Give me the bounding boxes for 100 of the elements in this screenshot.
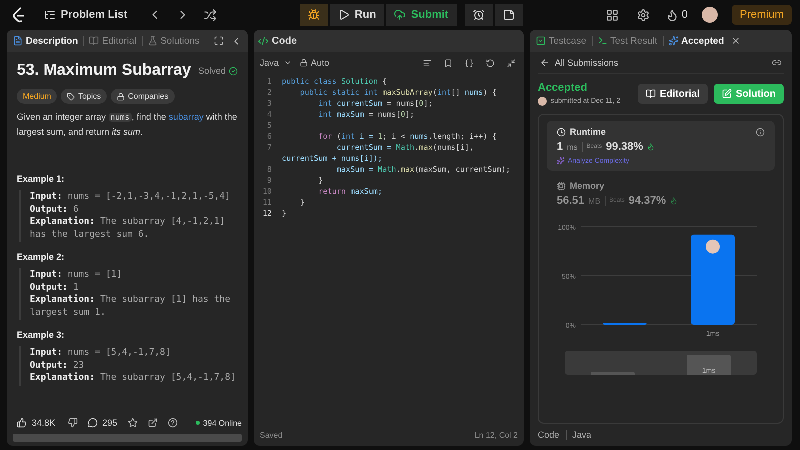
flask-icon xyxy=(148,36,158,46)
metric-unit: MB xyxy=(588,196,601,206)
external-link-icon xyxy=(148,418,158,428)
play-icon xyxy=(338,9,350,21)
metric-label: Memory xyxy=(570,181,605,191)
lock-icon xyxy=(117,92,126,100)
panel-title: Code xyxy=(272,36,297,46)
solved-status: Solved xyxy=(198,66,226,76)
example-heading: Example 3: xyxy=(17,330,66,340)
bug-icon xyxy=(308,9,320,21)
sparkle-icon xyxy=(668,36,678,46)
check-circle-icon xyxy=(229,66,238,76)
example-line: Output: 1 xyxy=(30,282,80,294)
online-count: 394 Online xyxy=(203,418,242,428)
braces-icon xyxy=(465,58,474,68)
metric-value: 56.51 xyxy=(557,195,585,207)
logo-icon[interactable] xyxy=(12,7,26,23)
example-line: Input: nums = [-2,1,-3,4,-1,2,1,-5,4] xyxy=(30,191,232,204)
flame-icon xyxy=(670,197,678,205)
language-dropdown[interactable]: Java xyxy=(260,52,292,74)
info-icon xyxy=(756,128,765,136)
save-status: Saved xyxy=(260,430,283,440)
flame-icon xyxy=(647,143,656,151)
online-dot xyxy=(196,421,200,425)
example-line: Explanation: The subarray [1] has the largest sum 1. xyxy=(30,294,232,319)
grid-icon xyxy=(606,8,619,22)
avatar-icon xyxy=(706,240,720,254)
clock-icon xyxy=(557,128,566,136)
example-line: Output: 23 xyxy=(30,360,86,372)
subarray-link[interactable]: subarray xyxy=(168,112,204,122)
panel-tab[interactable]: Editorial xyxy=(87,36,139,46)
back-link[interactable]: All Submissions xyxy=(540,52,619,74)
code-icon xyxy=(258,36,269,46)
metric-unit: ms xyxy=(567,142,578,152)
avatar-icon[interactable] xyxy=(702,7,718,23)
tag-chip[interactable]: Topics xyxy=(61,89,108,104)
help-button[interactable] xyxy=(166,416,180,430)
chip-icon xyxy=(557,182,566,190)
problem-list-button[interactable]: Problem List xyxy=(36,4,136,26)
footer-label: Java xyxy=(572,430,592,440)
terminal-icon xyxy=(598,36,608,46)
avatar-icon xyxy=(538,97,547,106)
panel-tab[interactable]: Description xyxy=(11,36,80,46)
arrow-left-icon xyxy=(540,58,550,68)
favorite-button[interactable] xyxy=(126,416,140,430)
book-icon xyxy=(646,89,656,99)
panel-tab[interactable]: Testcase xyxy=(534,36,588,46)
difficulty-tag[interactable]: Medium xyxy=(17,89,58,104)
metric-value: 1 xyxy=(557,141,564,153)
edit-icon xyxy=(722,89,732,99)
dislike-button[interactable] xyxy=(66,416,80,430)
checkbox-icon xyxy=(536,36,546,46)
document-icon xyxy=(13,36,23,46)
example-heading: Example 2: xyxy=(17,252,66,262)
problem-statement: Given an integer array nums , find the subarray with the largest sum, and return its sum. xyxy=(17,111,238,139)
panel-tab[interactable]: Accepted xyxy=(666,36,726,46)
panel-tab[interactable]: Test Result xyxy=(596,36,660,46)
example-line: Input: nums = [1] xyxy=(30,269,124,282)
minimize-icon xyxy=(507,58,516,68)
horizontal-scrollbar[interactable] xyxy=(13,434,242,442)
beats-percent: 99.38% xyxy=(606,141,644,153)
chevron-down-icon xyxy=(284,59,292,67)
shuffle-icon xyxy=(204,8,217,22)
alarm-clock-icon xyxy=(472,9,485,21)
panel-tab[interactable]: Solutions xyxy=(146,36,202,46)
flame-icon xyxy=(666,8,679,22)
book-icon xyxy=(89,36,100,46)
star-icon xyxy=(128,418,138,428)
thumbs-up-icon xyxy=(17,418,27,428)
fullscreen-button[interactable] xyxy=(212,34,226,48)
submit-button[interactable]: Submit xyxy=(386,4,457,26)
comments-button[interactable]: 295 xyxy=(86,414,120,432)
problem-title: 53. Maximum Subarray xyxy=(17,62,192,80)
tag-icon xyxy=(67,92,76,100)
cloud-upload-icon xyxy=(394,9,406,21)
premium-button[interactable]: Premium xyxy=(732,5,792,25)
format-icon xyxy=(423,58,432,68)
example-line: Explanation: The subarray [5,4,-1,7,8] xyxy=(30,372,237,384)
editorial-button[interactable]: Editorial xyxy=(638,84,708,104)
note-icon xyxy=(502,9,515,21)
run-button[interactable]: Run xyxy=(330,4,384,26)
tag-chip[interactable]: Companies xyxy=(111,89,175,104)
maximize-icon xyxy=(214,36,224,46)
verdict: Accepted xyxy=(538,82,589,94)
list-icon xyxy=(44,9,56,21)
metric-label: Runtime xyxy=(570,127,606,137)
debug-button[interactable] xyxy=(300,4,328,26)
comment-icon xyxy=(88,418,98,428)
lock-icon xyxy=(300,59,308,67)
settings-icon xyxy=(636,8,650,22)
cursor-position: Ln 12, Col 2 xyxy=(474,430,518,440)
beats-percent: 94.37% xyxy=(628,195,666,207)
example-line: Output: 6 xyxy=(30,204,80,216)
timer-button[interactable] xyxy=(464,4,493,26)
notes-button[interactable] xyxy=(494,4,523,26)
streak-count: 0 xyxy=(682,9,688,21)
reset-icon xyxy=(486,58,495,68)
sparkle-icon xyxy=(557,157,565,165)
shuffle-button[interactable] xyxy=(202,6,219,24)
thumbs-down-icon xyxy=(68,418,78,428)
